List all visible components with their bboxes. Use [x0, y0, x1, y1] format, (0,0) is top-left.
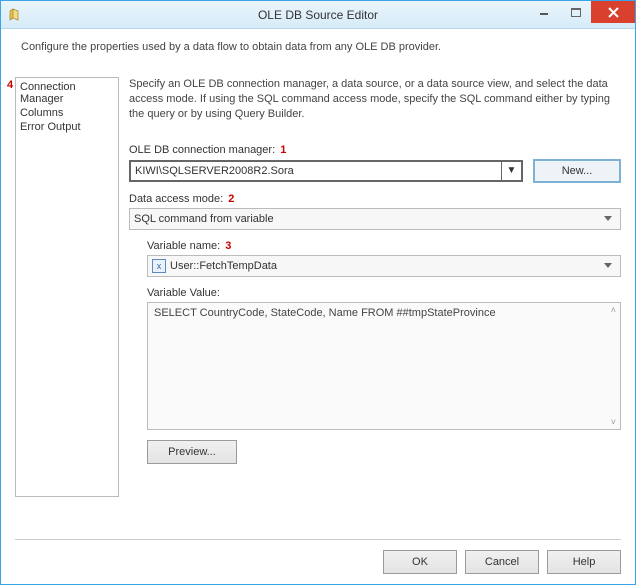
access-mode-label-text: Data access mode: — [129, 193, 223, 205]
variable-name-label: Variable name: 3 — [147, 240, 621, 252]
ok-button[interactable]: OK — [383, 550, 457, 574]
scroll-down-icon[interactable]: ˅ — [611, 417, 616, 427]
connection-label-text: OLE DB connection manager: — [129, 144, 275, 156]
scroll-up-icon[interactable]: ˄ — [611, 305, 616, 315]
page-connection-manager[interactable]: Connection Manager — [18, 80, 116, 106]
access-mode-value: SQL command from variable — [134, 213, 274, 225]
page-columns[interactable]: Columns — [18, 106, 116, 120]
preview-button-label: Preview... — [168, 446, 216, 458]
app-icon — [7, 7, 23, 23]
connection-label: OLE DB connection manager: 1 — [129, 144, 621, 156]
page-error-output[interactable]: Error Output — [18, 120, 116, 134]
ok-label: OK — [412, 556, 428, 568]
variable-name-row: Variable name: 3 x User::FetchTempData — [147, 240, 621, 277]
access-mode-dropdown[interactable]: SQL command from variable — [129, 208, 621, 230]
titlebar[interactable]: OLE DB Source Editor — [1, 1, 635, 29]
preview-button[interactable]: Preview... — [147, 440, 237, 464]
annotation-3: 3 — [225, 240, 231, 252]
help-label: Help — [573, 556, 596, 568]
window-frame: OLE DB Source Editor Configure the prope… — [0, 0, 636, 585]
access-mode-label: Data access mode: 2 — [129, 193, 621, 205]
window-buttons — [527, 1, 635, 28]
main-row: 4 Connection Manager Columns Error Outpu… — [15, 77, 621, 535]
chevron-down-icon: ▼ — [501, 162, 521, 180]
chevron-down-icon — [600, 211, 616, 227]
panel: Specify an OLE DB connection manager, a … — [129, 77, 621, 535]
variable-icon: x — [152, 259, 166, 273]
variable-name-label-text: Variable name: — [147, 240, 220, 252]
annotation-4: 4 — [7, 79, 13, 91]
cancel-label: Cancel — [485, 556, 519, 568]
maximize-button[interactable] — [561, 1, 591, 23]
connection-value: KIWI\SQLSERVER2008R2.Sora — [135, 165, 294, 177]
chevron-down-icon — [600, 258, 616, 274]
variable-value-text: SELECT CountryCode, StateCode, Name FROM… — [154, 307, 496, 319]
connection-row: OLE DB connection manager: 1 KIWI\SQLSER… — [129, 144, 621, 183]
page-list[interactable]: Connection Manager Columns Error Output — [15, 77, 119, 497]
content-area: Configure the properties used by a data … — [1, 29, 635, 584]
help-button[interactable]: Help — [547, 550, 621, 574]
cancel-button[interactable]: Cancel — [465, 550, 539, 574]
annotation-2: 2 — [228, 193, 234, 205]
variable-group: Variable name: 3 x User::FetchTempData — [129, 240, 621, 464]
annotation-1: 1 — [280, 144, 286, 156]
dialog-footer: OK Cancel Help — [15, 539, 621, 574]
variable-name-dropdown[interactable]: x User::FetchTempData — [147, 255, 621, 277]
access-mode-row: Data access mode: 2 SQL command from var… — [129, 193, 621, 230]
new-connection-button[interactable]: New... — [533, 159, 621, 183]
new-button-label: New... — [562, 165, 593, 177]
variable-value-textarea[interactable]: SELECT CountryCode, StateCode, Name FROM… — [147, 302, 621, 430]
variable-value-label: Variable Value: — [147, 287, 621, 299]
variable-value-row: Variable Value: SELECT CountryCode, Stat… — [147, 287, 621, 430]
panel-description: Specify an OLE DB connection manager, a … — [129, 77, 621, 122]
intro-text: Configure the properties used by a data … — [15, 39, 621, 77]
variable-name-value: User::FetchTempData — [170, 260, 277, 272]
minimize-button[interactable] — [527, 1, 561, 23]
close-button[interactable] — [591, 1, 635, 23]
connection-dropdown[interactable]: KIWI\SQLSERVER2008R2.Sora ▼ — [129, 160, 523, 182]
